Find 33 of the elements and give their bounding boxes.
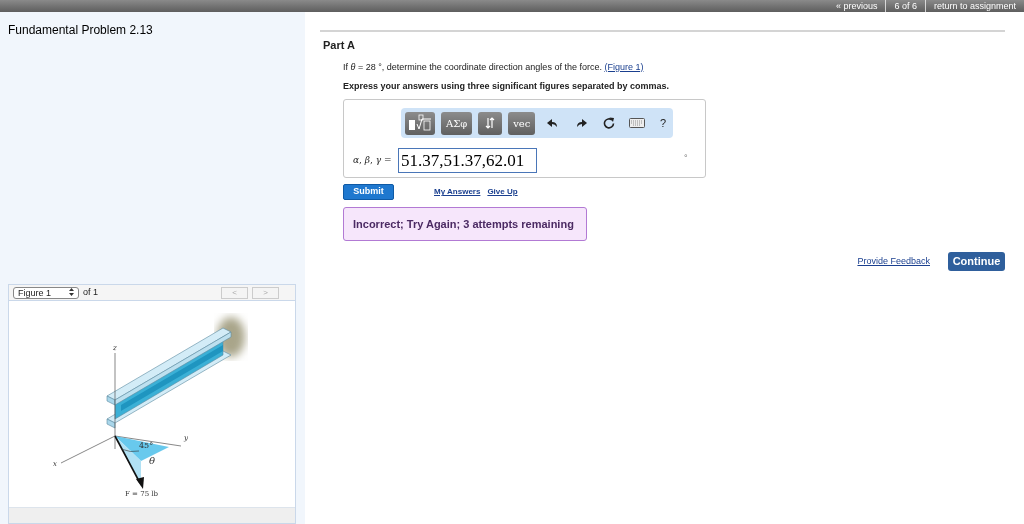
figure-link[interactable]: (Figure 1) <box>604 61 644 72</box>
symbol-button[interactable]: ΑΣφ <box>440 111 473 135</box>
submit-button[interactable]: Submit <box>343 184 394 200</box>
answer-label: α, β, γ = <box>353 153 393 167</box>
page-position: 6 of 6 <box>885 0 917 12</box>
previous-link[interactable]: « previous <box>835 0 878 12</box>
up-down-arrows-icon <box>485 117 496 129</box>
part-title: Part A <box>323 38 356 53</box>
figure-select[interactable]: Figure 1 <box>13 286 79 299</box>
help-button[interactable]: ? <box>653 113 673 133</box>
symbol-button[interactable]: vec <box>508 111 536 135</box>
answer-input[interactable]: 51.37,51.37,62.01 <box>398 148 537 173</box>
return-link[interactable]: return to assignment <box>924 0 1016 12</box>
sort-button[interactable] <box>478 111 503 135</box>
problem-title: Fundamental Problem 2.13 <box>7 22 154 39</box>
redo-icon <box>575 118 588 128</box>
figure-count: of 1 <box>83 285 98 299</box>
angle-label: 45° <box>139 441 154 450</box>
continue-button[interactable]: Continue <box>948 252 1005 271</box>
provide-feedback-link[interactable]: Provide Feedback <box>857 254 930 269</box>
angle-arc <box>120 448 140 452</box>
unit-label: ° <box>684 152 688 165</box>
my-answers-link[interactable]: My Answers <box>434 186 481 198</box>
keyboard-icon <box>629 118 646 128</box>
select-arrows-icon <box>69 287 74 298</box>
give-up-link[interactable]: Give Up <box>487 186 518 198</box>
theta-label: θ <box>149 455 156 466</box>
feedback-message: Incorrect; Try Again; 3 attempts remaining <box>343 207 587 241</box>
reset-icon <box>603 117 616 129</box>
instruction-text: Express your answers using three significant figures separated by commas. <box>343 79 671 93</box>
undo-icon <box>547 118 560 128</box>
templates-button[interactable] <box>405 111 435 135</box>
question-text: If θ = 28 °, determine the coordinate direction angles of the force. (Figure 1) <box>343 60 645 73</box>
